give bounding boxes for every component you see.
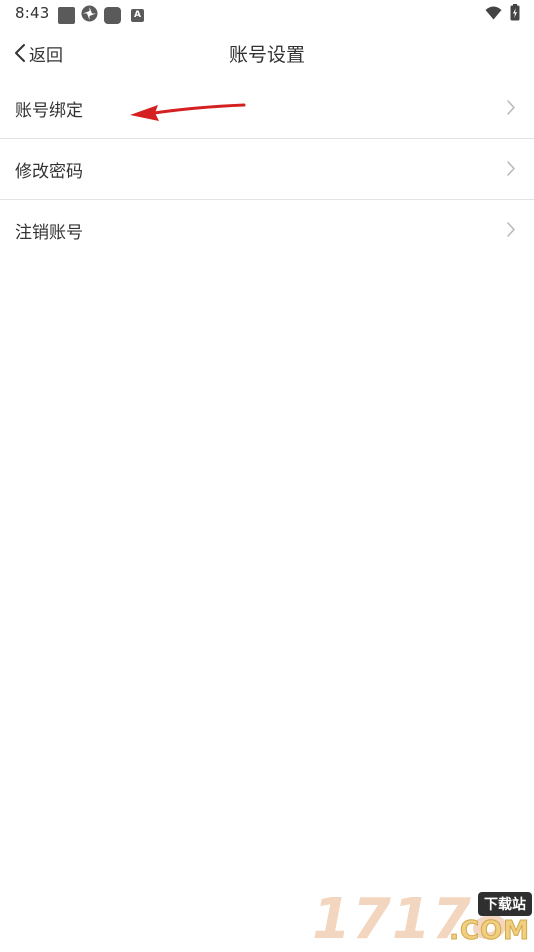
menu-item-label: 修改密码 bbox=[15, 162, 83, 182]
status-bar: 8:43 A bbox=[0, 0, 534, 28]
notification-icons: A bbox=[58, 5, 144, 26]
menu-item-label: 账号绑定 bbox=[15, 101, 83, 121]
watermark-logo: 17178 下载站 .COM bbox=[304, 890, 534, 950]
watermark-domain: .COM bbox=[449, 916, 530, 947]
page-title: 账号设置 bbox=[228, 44, 305, 66]
battery-charging-icon bbox=[510, 4, 520, 21]
watermark-badge: 下载站 bbox=[478, 892, 532, 916]
status-time: 8:43 bbox=[15, 4, 50, 22]
system-icons bbox=[485, 4, 520, 21]
menu-item-cancel-account[interactable]: 注销账号 bbox=[0, 200, 534, 260]
chevron-right-icon bbox=[507, 100, 515, 115]
red-arrow-icon bbox=[130, 103, 246, 121]
a-badge-icon: A bbox=[131, 9, 144, 22]
menu-item-change-password[interactable]: 修改密码 bbox=[0, 139, 534, 200]
pinwheel-icon bbox=[81, 5, 98, 26]
menu-item-label: 注销账号 bbox=[15, 223, 83, 243]
chevron-right-icon bbox=[507, 161, 515, 176]
title-bar: 返回 账号设置 bbox=[0, 28, 534, 78]
app-square-icon bbox=[58, 7, 75, 24]
settings-menu: 账号绑定 修改密码 注销账号 bbox=[0, 78, 534, 260]
menu-item-account-binding[interactable]: 账号绑定 bbox=[0, 78, 534, 139]
wifi-icon bbox=[485, 6, 502, 19]
app-rounded-icon bbox=[104, 7, 121, 24]
chevron-right-icon bbox=[507, 222, 515, 237]
